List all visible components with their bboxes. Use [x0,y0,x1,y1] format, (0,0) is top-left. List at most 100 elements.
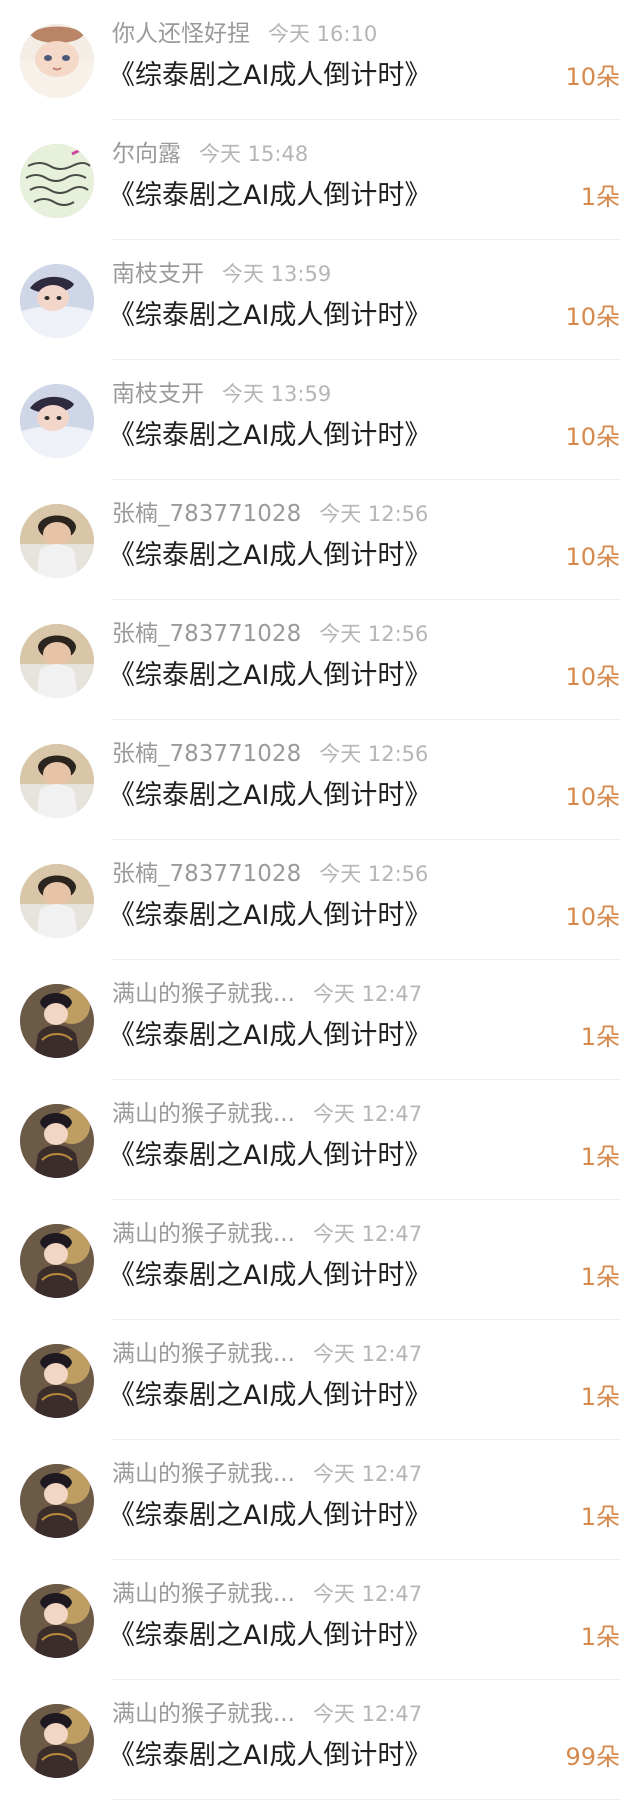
book-title[interactable]: 《综泰剧之AI成人倒计时》 [108,898,431,934]
flower-count: 10朵 [565,903,620,931]
book-title[interactable]: 《综泰剧之AI成人倒计时》 [108,538,431,574]
timestamp: 今天 15:48 [199,142,309,166]
flower-count: 1朵 [580,1143,620,1171]
username[interactable]: 你人还怪好捏 [112,19,250,49]
book-title[interactable]: 《综泰剧之AI成人倒计时》 [108,1138,431,1174]
book-title[interactable]: 《综泰剧之AI成人倒计时》 [108,1378,431,1414]
avatar-illustration[interactable] [20,1104,94,1178]
username[interactable]: 满山的猴子就我... [112,1459,295,1489]
flower-count: 10朵 [565,543,620,571]
avatar-man-lying[interactable] [20,264,94,338]
username[interactable]: 满山的猴子就我... [112,1579,295,1609]
list-item[interactable]: 满山的猴子就我... 今天 12:47 《综泰剧之AI成人倒计时》 1朵 [0,1320,640,1440]
book-title[interactable]: 《综泰剧之AI成人倒计时》 [108,1498,431,1534]
list-item[interactable]: 满山的猴子就我... 今天 12:47 《综泰剧之AI成人倒计时》 99朵 [0,1680,640,1800]
name-line: 尔向露 今天 15:48 [112,139,308,169]
timestamp: 今天 12:56 [319,502,429,526]
flower-count: 1朵 [580,1023,620,1051]
avatar-illustration[interactable] [20,1704,94,1778]
timestamp: 今天 13:59 [222,262,332,286]
avatar-illustration[interactable] [20,1224,94,1298]
username[interactable]: 张楠_783771028 [112,859,301,889]
name-line: 张楠_783771028 今天 12:56 [112,619,428,649]
username[interactable]: 满山的猴子就我... [112,979,295,1009]
flower-count: 99朵 [565,1743,620,1771]
timestamp: 今天 12:47 [312,982,423,1006]
book-title[interactable]: 《综泰剧之AI成人倒计时》 [108,418,431,454]
name-line: 南枝支开 今天 13:59 [112,379,331,409]
list-item[interactable]: 张楠_783771028 今天 12:56 《综泰剧之AI成人倒计时》 10朵 [0,480,640,600]
name-line: 张楠_783771028 今天 12:56 [112,739,428,769]
avatar-handwriting[interactable] [20,144,94,218]
book-title[interactable]: 《综泰剧之AI成人倒计时》 [108,1618,431,1654]
name-line: 满山的猴子就我... 今天 12:47 [112,1099,422,1129]
name-line: 你人还怪好捏 今天 16:10 [112,19,377,49]
list-item[interactable]: 满山的猴子就我... 今天 12:47 《综泰剧之AI成人倒计时》 1朵 [0,1560,640,1680]
list-item[interactable]: 满山的猴子就我... 今天 12:47 《综泰剧之AI成人倒计时》 1朵 [0,1080,640,1200]
name-line: 张楠_783771028 今天 12:56 [112,859,428,889]
avatar-illustration[interactable] [20,1464,94,1538]
flower-count: 1朵 [580,1503,620,1531]
book-title[interactable]: 《综泰剧之AI成人倒计时》 [108,778,431,814]
flower-count: 10朵 [565,783,620,811]
list-item[interactable]: 满山的猴子就我... 今天 12:47 《综泰剧之AI成人倒计时》 1朵 [0,960,640,1080]
timestamp: 今天 12:47 [312,1222,423,1246]
list-item[interactable]: 张楠_783771028 今天 12:56 《综泰剧之AI成人倒计时》 10朵 [0,600,640,720]
username[interactable]: 南枝支开 [112,379,204,409]
flower-count: 1朵 [580,1263,620,1291]
avatar-illustration[interactable] [20,1584,94,1658]
list-item[interactable]: 满山的猴子就我... 今天 12:47 《综泰剧之AI成人倒计时》 1朵 [0,1200,640,1320]
book-title[interactable]: 《综泰剧之AI成人倒计时》 [108,58,431,94]
username[interactable]: 南枝支开 [112,259,204,289]
timestamp: 今天 12:47 [312,1342,423,1366]
avatar-woman[interactable] [20,504,94,578]
flower-count: 1朵 [580,1623,620,1651]
timestamp: 今天 12:56 [319,622,429,646]
name-line: 张楠_783771028 今天 12:56 [112,499,428,529]
name-line: 满山的猴子就我... 今天 12:47 [112,1459,422,1489]
list-item[interactable]: 满山的猴子就我... 今天 12:47 《综泰剧之AI成人倒计时》 1朵 [0,1440,640,1560]
avatar-anime[interactable] [20,24,94,98]
flower-count: 1朵 [580,1383,620,1411]
username[interactable]: 满山的猴子就我... [112,1219,295,1249]
username[interactable]: 张楠_783771028 [112,619,301,649]
username[interactable]: 满山的猴子就我... [112,1699,295,1729]
timestamp: 今天 12:47 [312,1702,423,1726]
list-item[interactable]: 张楠_783771028 今天 12:56 《综泰剧之AI成人倒计时》 10朵 [0,720,640,840]
avatar-woman[interactable] [20,624,94,698]
name-line: 满山的猴子就我... 今天 12:47 [112,1219,422,1249]
list-item[interactable]: 张楠_783771028 今天 12:56 《综泰剧之AI成人倒计时》 10朵 [0,840,640,960]
username[interactable]: 尔向露 [112,139,181,169]
book-title[interactable]: 《综泰剧之AI成人倒计时》 [108,1258,431,1294]
name-line: 满山的猴子就我... 今天 12:47 [112,1579,422,1609]
list-item[interactable]: 尔向露 今天 15:48 《综泰剧之AI成人倒计时》 1朵 [0,120,640,240]
name-line: 满山的猴子就我... 今天 12:47 [112,979,422,1009]
book-title[interactable]: 《综泰剧之AI成人倒计时》 [108,298,431,334]
book-title[interactable]: 《综泰剧之AI成人倒计时》 [108,658,431,694]
timestamp: 今天 12:47 [312,1102,423,1126]
list-item[interactable]: 南枝支开 今天 13:59 《综泰剧之AI成人倒计时》 10朵 [0,360,640,480]
avatar-illustration[interactable] [20,984,94,1058]
name-line: 满山的猴子就我... 今天 12:47 [112,1699,422,1729]
avatar-man-lying[interactable] [20,384,94,458]
book-title[interactable]: 《综泰剧之AI成人倒计时》 [108,1018,431,1054]
divider [112,1799,620,1800]
list-item[interactable]: 你人还怪好捏 今天 16:10 《综泰剧之AI成人倒计时》 10朵 [0,0,640,120]
book-title[interactable]: 《综泰剧之AI成人倒计时》 [108,178,431,214]
username[interactable]: 张楠_783771028 [112,739,301,769]
book-title[interactable]: 《综泰剧之AI成人倒计时》 [108,1738,431,1774]
username[interactable]: 满山的猴子就我... [112,1099,295,1129]
timestamp: 今天 12:56 [319,862,429,886]
timestamp: 今天 12:47 [312,1462,423,1486]
username[interactable]: 张楠_783771028 [112,499,301,529]
timestamp: 今天 12:56 [319,742,429,766]
avatar-woman[interactable] [20,744,94,818]
name-line: 南枝支开 今天 13:59 [112,259,331,289]
gift-record-list: 你人还怪好捏 今天 16:10 《综泰剧之AI成人倒计时》 10朵 尔向露 今天 1… [0,0,640,1806]
timestamp: 今天 13:59 [222,382,332,406]
avatar-woman[interactable] [20,864,94,938]
flower-count: 10朵 [565,63,620,91]
avatar-illustration[interactable] [20,1344,94,1418]
username[interactable]: 满山的猴子就我... [112,1339,295,1369]
list-item[interactable]: 南枝支开 今天 13:59 《综泰剧之AI成人倒计时》 10朵 [0,240,640,360]
